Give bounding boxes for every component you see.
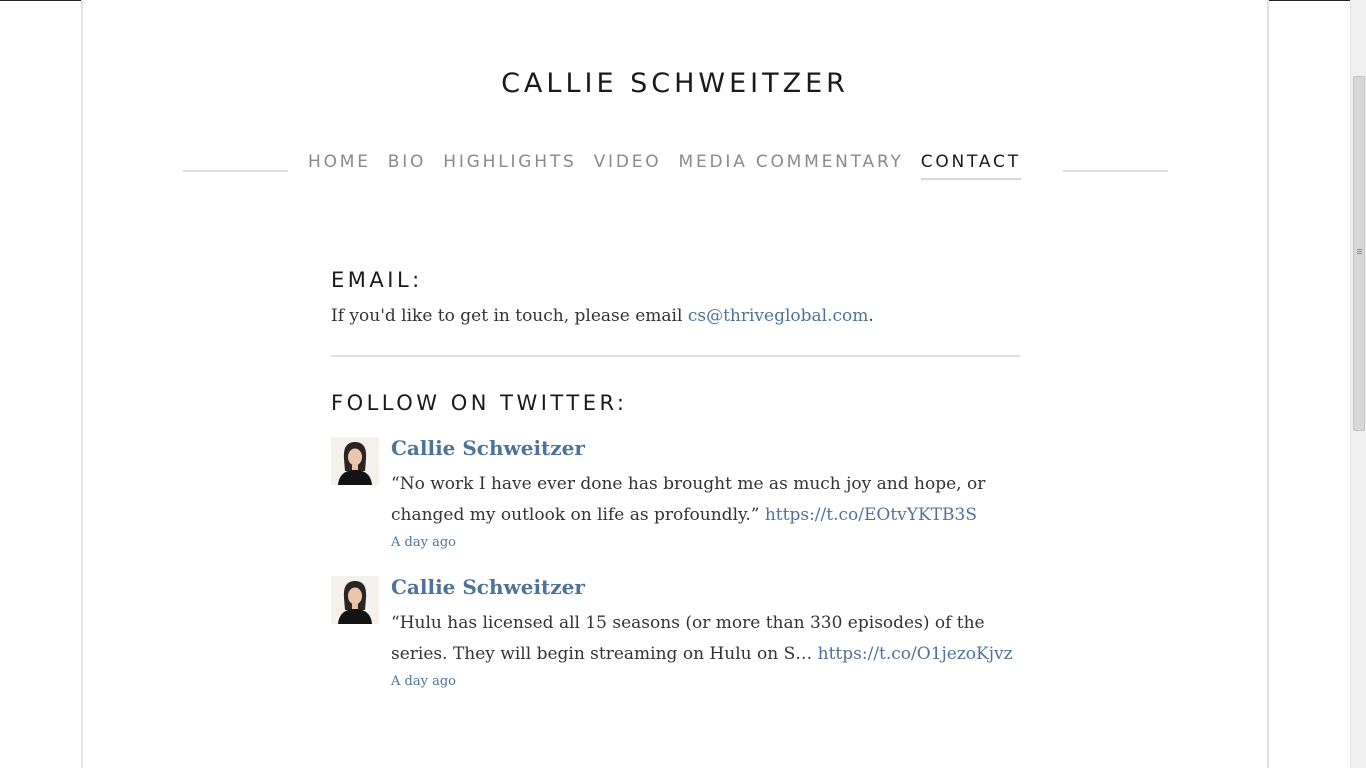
tweet-author[interactable]: Callie Schweitzer (391, 435, 1021, 461)
tweet-link[interactable]: https://t.co/O1jezoKjvz (818, 644, 1013, 664)
scroll-grip-line (1357, 251, 1362, 252)
nav-item-home[interactable]: HOME (308, 152, 371, 178)
tweet-timestamp[interactable]: A day ago (391, 535, 456, 550)
site-title[interactable]: CALLIE SCHWEITZER (83, 68, 1267, 99)
tweet-link[interactable]: https://t.co/EOtvYKTB3S (765, 505, 977, 525)
scroll-grip-line (1357, 253, 1362, 254)
nav-item-media-commentary[interactable]: MEDIA COMMENTARY (678, 152, 903, 178)
twitter-heading: FOLLOW ON TWITTER: (331, 391, 628, 415)
avatar[interactable] (331, 437, 379, 485)
tweet-item: Callie Schweitzer “Hulu has licensed all… (331, 574, 1021, 694)
email-link[interactable]: cs@thriveglobal.com (688, 306, 869, 326)
profile-photo-icon (331, 576, 379, 624)
tweet-timestamp[interactable]: A day ago (391, 674, 456, 689)
nav-item-bio[interactable]: BIO (388, 152, 426, 178)
email-text: If you'd like to get in touch, please em… (331, 306, 1021, 326)
scroll-grip-line (1357, 249, 1362, 250)
page-frame: CALLIE SCHWEITZER HOME BIO HIGHLIGHTS VI… (81, 0, 1269, 768)
email-heading: EMAIL: (331, 268, 423, 292)
nav-item-highlights[interactable]: HIGHLIGHTS (443, 152, 576, 178)
tweet-text: “No work I have ever done has brought me… (391, 469, 1021, 531)
nav-divider-right (1063, 170, 1168, 172)
scrollbar-thumb[interactable] (1353, 76, 1365, 431)
tweet-list: Callie Schweitzer “No work I have ever d… (331, 435, 1021, 694)
contact-content: EMAIL: If you'd like to get in touch, pl… (331, 268, 1021, 694)
avatar[interactable] (331, 576, 379, 624)
vertical-scrollbar[interactable] (1350, 0, 1366, 768)
tweet-author[interactable]: Callie Schweitzer (391, 574, 1021, 600)
nav-item-contact[interactable]: CONTACT (920, 152, 1021, 180)
email-text-suffix: . (868, 306, 874, 326)
nav-item-video[interactable]: VIDEO (594, 152, 662, 178)
tweet-item: Callie Schweitzer “No work I have ever d… (331, 435, 1021, 555)
nav-divider-left (183, 170, 288, 172)
profile-photo-icon (331, 437, 379, 485)
main-nav: HOME BIO HIGHLIGHTS VIDEO MEDIA COMMENTA… (308, 152, 1021, 180)
email-text-prefix: If you'd like to get in touch, please em… (331, 306, 688, 326)
tweet-text: “Hulu has licensed all 15 seasons (or mo… (391, 608, 1021, 670)
section-divider (331, 355, 1020, 357)
